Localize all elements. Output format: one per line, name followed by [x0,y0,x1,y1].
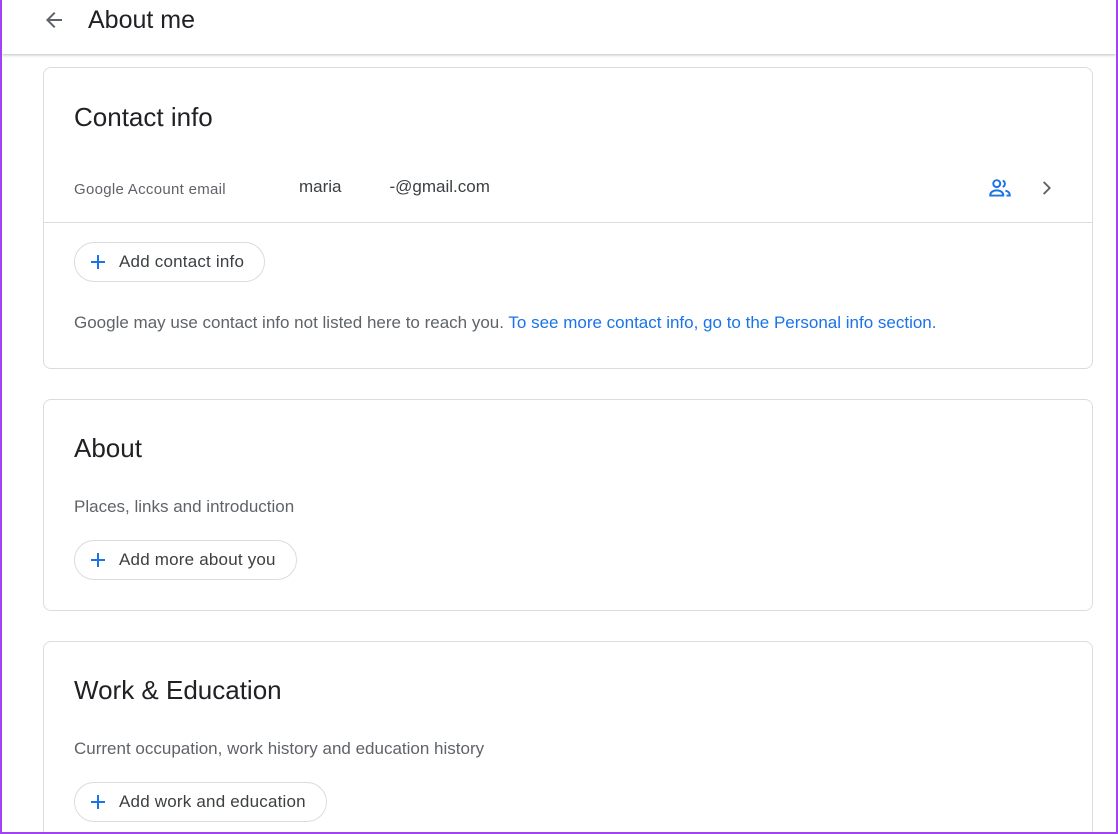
contact-info-card: Contact info Google Account email maria -… [43,67,1093,369]
arrow-back-icon [46,12,62,28]
page-frame: About me Contact info Google Account ema… [0,0,1118,834]
work-education-title: Work & Education [74,675,282,705]
about-card: About Places, links and introduction Add… [43,399,1093,611]
email-label: Google Account email [74,181,226,198]
email-prefix: maria [299,177,342,196]
top-app-bar: About me [2,0,1116,54]
divider [44,222,1092,223]
add-more-about-you-button[interactable]: Add more about you [74,540,297,580]
page-title: About me [88,6,196,34]
back-button[interactable] [38,4,70,36]
plus-icon [89,253,107,271]
plus-icon [89,793,107,811]
add-contact-info-label: Add contact info [119,252,245,271]
note-text: Google may use contact info not listed h… [74,313,504,332]
personal-info-link[interactable]: To see more contact info, go to the Pers… [508,313,936,332]
people-icon [987,175,1013,201]
contact-info-title: Contact info [74,102,213,132]
chevron-right-icon[interactable] [1034,175,1060,201]
contact-info-note: Google may use contact info not listed h… [74,313,937,333]
add-work-and-education-button[interactable]: Add work and education [74,782,327,822]
add-contact-info-button[interactable]: Add contact info [74,242,266,282]
add-work-and-education-label: Add work and education [119,792,306,811]
email-suffix: -@gmail.com [389,177,490,196]
work-education-subtitle: Current occupation, work history and edu… [74,739,485,758]
about-title: About [74,433,142,463]
work-education-card: Work & Education Current occupation, wor… [43,641,1093,832]
redaction-block [341,178,390,197]
plus-icon [89,551,107,569]
email-value: maria -@gmail.com [299,177,490,197]
about-subtitle: Places, links and introduction [74,497,295,516]
add-more-about-you-label: Add more about you [119,550,276,569]
